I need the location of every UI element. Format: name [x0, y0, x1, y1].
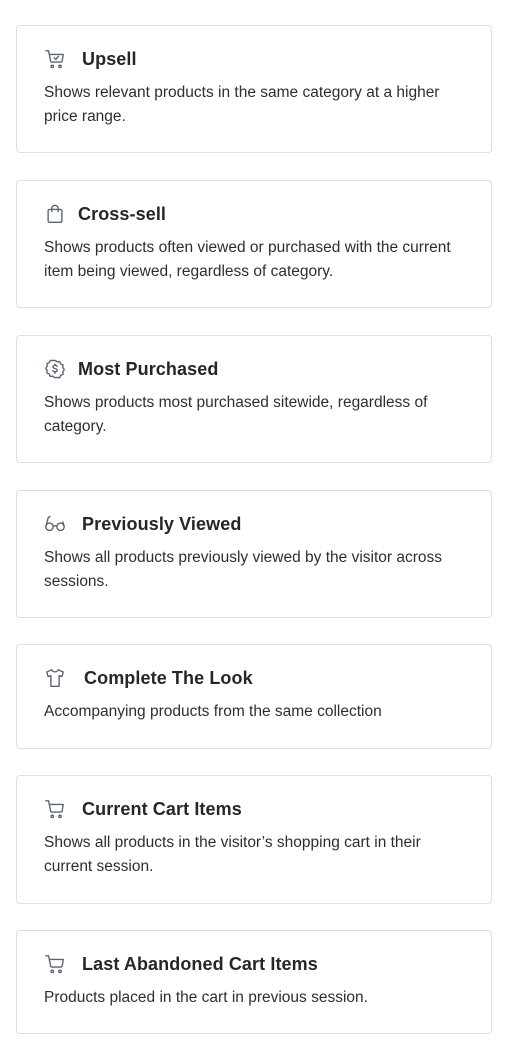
- strategy-description: Accompanying products from the same coll…: [44, 703, 382, 720]
- strategy-description: Shows all products previously viewed by …: [44, 549, 443, 590]
- strategy-card-header: Last Abandoned Cart Items: [44, 952, 464, 976]
- strategy-description: Shows products most purchased sitewide, …: [44, 394, 428, 435]
- strategy-title: Cross-sell: [78, 203, 167, 224]
- strategy-title: Most Purchased: [78, 358, 219, 379]
- strategy-title: Upsell: [82, 48, 137, 69]
- strategy-title: Last Abandoned Cart Items: [82, 953, 318, 974]
- strategy-card-header: Previously Viewed: [44, 512, 464, 536]
- strategy-description: Shows products often viewed or purchased…: [44, 239, 451, 280]
- strategy-card-cross-sell[interactable]: Cross-sell Shows products often viewed o…: [16, 180, 492, 308]
- strategy-description: Shows relevant products in the same cate…: [44, 84, 440, 125]
- strategy-title: Current Cart Items: [82, 798, 242, 819]
- strategy-card-header: Complete The Look: [44, 666, 464, 690]
- cart-icon: [44, 48, 66, 70]
- strategy-card-header: Cross-sell: [44, 202, 464, 226]
- strategy-card-header: Most Purchased: [44, 357, 464, 381]
- strategy-card-previously-viewed[interactable]: Previously Viewed Shows all products pre…: [16, 490, 492, 618]
- strategy-description: Shows all products in the visitor’s shop…: [44, 834, 421, 875]
- dollar-badge-icon: [44, 358, 66, 380]
- strategy-card-header: Current Cart Items: [44, 797, 464, 821]
- cart-icon: [44, 953, 66, 975]
- shopping-bag-icon: [44, 203, 66, 225]
- strategy-card-last-abandoned-cart-items[interactable]: Last Abandoned Cart Items Products place…: [16, 930, 492, 1034]
- strategy-description: Products placed in the cart in previous …: [44, 989, 368, 1006]
- strategy-card-header: Upsell: [44, 47, 464, 71]
- tshirt-icon: [44, 667, 66, 689]
- strategy-card-most-purchased[interactable]: Most Purchased Shows products most purch…: [16, 335, 492, 463]
- strategy-card-current-cart-items[interactable]: Current Cart Items Shows all products in…: [16, 775, 492, 904]
- cart-icon: [44, 798, 66, 820]
- strategy-card-complete-the-look[interactable]: Complete The Look Accompanying products …: [16, 644, 492, 749]
- recommendation-strategy-list: Upsell Shows relevant products in the sa…: [0, 0, 512, 1062]
- strategy-title: Complete The Look: [84, 667, 253, 688]
- strategy-title: Previously Viewed: [82, 513, 242, 534]
- strategy-card-upsell[interactable]: Upsell Shows relevant products in the sa…: [16, 25, 492, 153]
- eyeglasses-icon: [44, 513, 66, 535]
